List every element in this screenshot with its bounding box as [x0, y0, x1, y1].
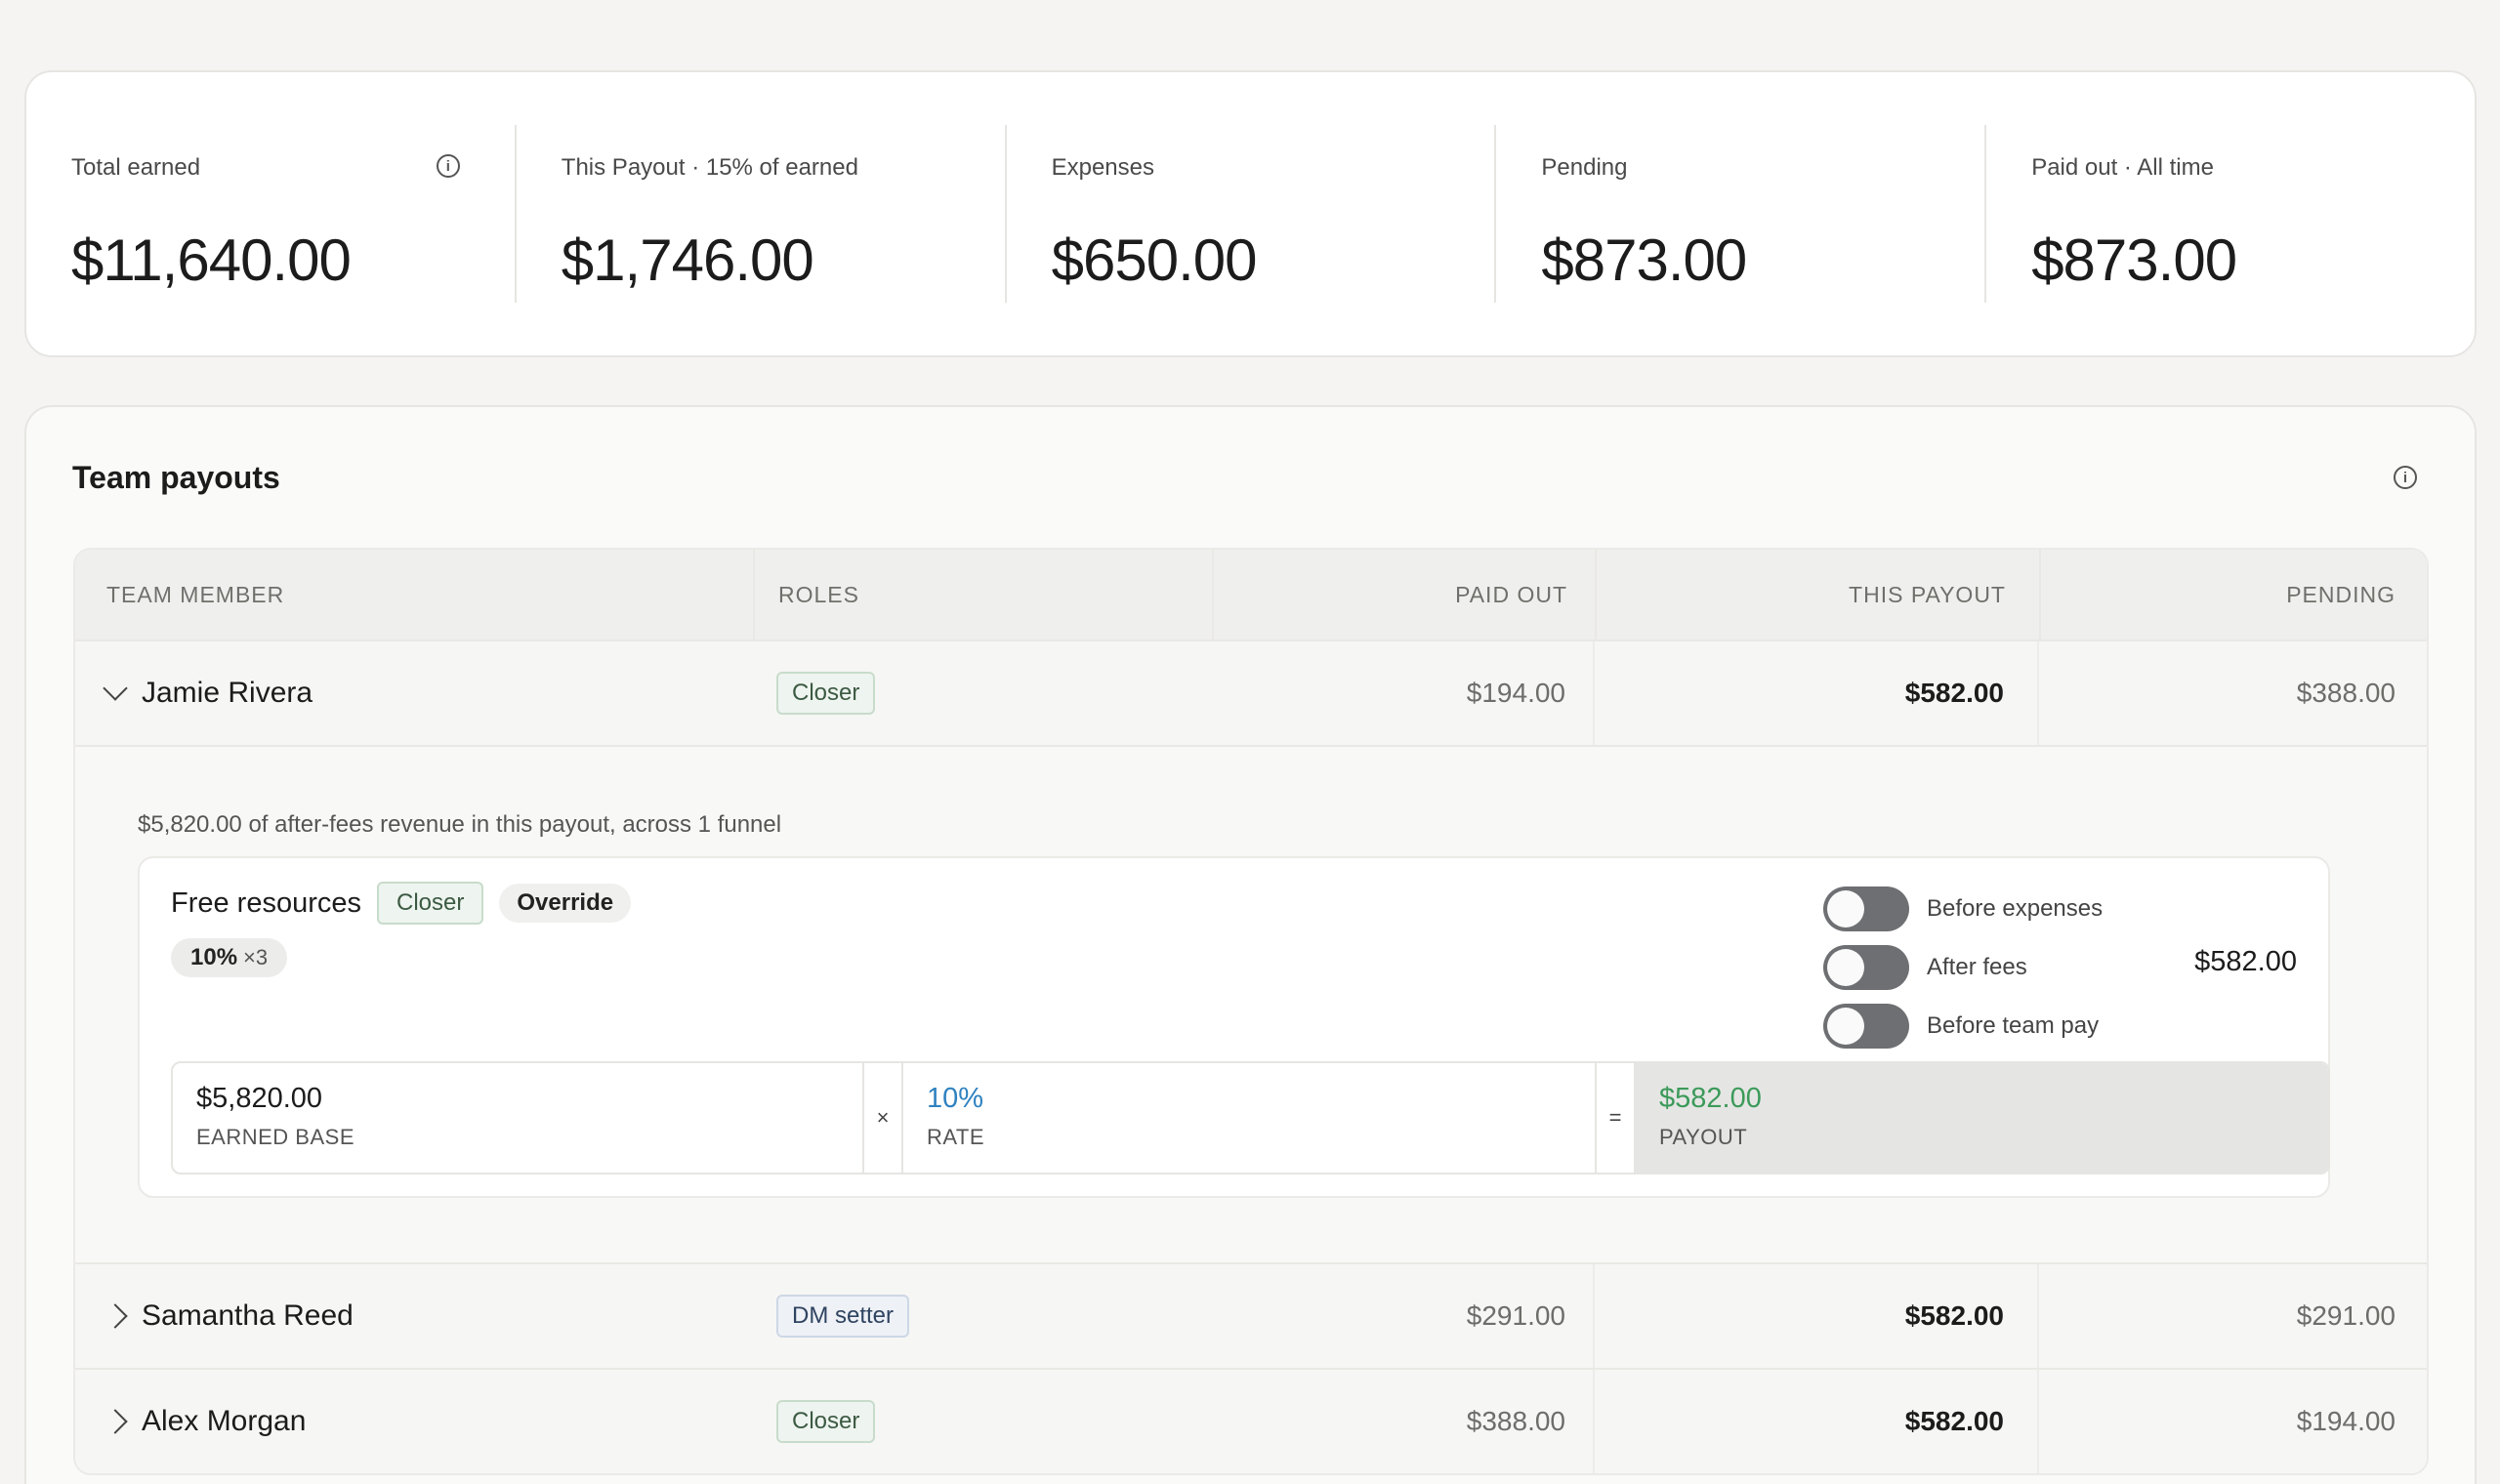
pending-value: $291.00 [2296, 1300, 2396, 1331]
this-payout-value: $582.00 [1904, 1300, 2004, 1331]
stat-value: $11,640.00 [71, 227, 352, 293]
pending-value: $194.00 [2296, 1406, 2396, 1436]
pending-value: $388.00 [2296, 678, 2396, 708]
paid-out-value: $291.00 [1466, 1300, 1565, 1331]
stat-label: Expenses [1051, 154, 1154, 181]
rule-name: Free resources [171, 886, 362, 919]
payout-label: PAYOUT [1659, 1125, 1748, 1149]
stat-paid-out: Paid out · All time $873.00 [1986, 125, 2475, 303]
header-paid-out[interactable]: PAID OUT [1212, 550, 1595, 639]
chevron-right-icon[interactable] [103, 1409, 128, 1434]
stat-pending: Pending $873.00 [1496, 125, 1987, 303]
before-expenses-toggle[interactable] [1823, 886, 1909, 931]
team-payouts-card: Team payouts i TEAM MEMBER ROLES PAID OU… [24, 405, 2477, 1484]
role-badge: Closer [776, 672, 876, 715]
payout-calculation: $5,820.00 EARNED BASE × 10% RATE = $582.… [171, 1061, 2330, 1175]
toggle-label: Before expenses [1927, 895, 2104, 922]
header-team-member[interactable]: TEAM MEMBER [75, 550, 753, 639]
member-name: Jamie Rivera [142, 677, 313, 709]
after-fees-toggle[interactable] [1823, 945, 1909, 990]
stat-value: $1,746.00 [561, 227, 814, 293]
stats-card: Total earned i $11,640.00 This Payout · … [24, 70, 2477, 357]
equals-operator: = [1595, 1063, 1636, 1173]
payout-rule-card: Free resources Closer Override 10% ×3 Bef… [138, 856, 2330, 1198]
role-badge: DM setter [776, 1295, 910, 1338]
payouts-table: TEAM MEMBER ROLES PAID OUT THIS PAYOUT P… [73, 548, 2429, 1475]
stat-expenses: Expenses $650.00 [1007, 125, 1497, 303]
toggle-label: Before team pay [1927, 1012, 2100, 1039]
stat-value: $873.00 [2031, 227, 2237, 293]
header-pending[interactable]: PENDING [2039, 550, 2427, 639]
revenue-note: $5,820.00 of after-fees revenue in this … [138, 811, 782, 838]
member-name: Alex Morgan [142, 1405, 307, 1437]
this-payout-value: $582.00 [1904, 1406, 2004, 1436]
stat-label: Paid out · All time [2031, 154, 2214, 181]
before-team-pay-toggle[interactable] [1823, 1004, 1909, 1049]
role-chip: Closer [377, 882, 484, 925]
stat-this-payout: This Payout · 15% of earned $1,746.00 [517, 125, 1007, 303]
rule-toggles: Before expenses After fees Before team p… [1823, 880, 2103, 1055]
info-icon[interactable]: i [2394, 466, 2417, 489]
this-payout-value: $582.00 [1904, 678, 2004, 708]
earned-base-label: EARNED BASE [196, 1125, 354, 1149]
stat-total-earned: Total earned i $11,640.00 [26, 125, 517, 303]
toggle-label: After fees [1927, 954, 2027, 980]
table-header: TEAM MEMBER ROLES PAID OUT THIS PAYOUT P… [75, 550, 2427, 639]
earned-base-cell: $5,820.00 EARNED BASE [173, 1063, 862, 1173]
rate-chip: 10% ×3 [171, 938, 288, 977]
stat-value: $873.00 [1541, 227, 1747, 293]
chevron-down-icon[interactable] [103, 676, 128, 701]
row-details: $5,820.00 of after-fees revenue in this … [75, 745, 2427, 1262]
rate-value: 10% [927, 1083, 984, 1114]
payout-value: $582.00 [1659, 1083, 1762, 1114]
info-icon[interactable]: i [436, 154, 460, 178]
header-this-payout[interactable]: THIS PAYOUT [1595, 550, 2039, 639]
chevron-right-icon[interactable] [103, 1303, 128, 1329]
table-row[interactable]: Samantha Reed DM setter $291.00 $582.00 … [75, 1262, 2427, 1368]
table-row[interactable]: Jamie Rivera Closer $194.00 $582.00 $388… [75, 639, 2427, 745]
stat-label: This Payout · 15% of earned [561, 154, 858, 181]
times-operator: × [862, 1063, 903, 1173]
table-row[interactable]: Alex Morgan Closer $388.00 $582.00 $194.… [75, 1368, 2427, 1473]
rate-label: RATE [927, 1125, 985, 1149]
rule-total: $582.00 [2194, 946, 2297, 977]
earned-base-value: $5,820.00 [196, 1083, 323, 1114]
stat-label: Pending [1541, 154, 1628, 181]
header-roles[interactable]: ROLES [753, 550, 1212, 639]
override-chip: Override [499, 884, 632, 923]
paid-out-value: $388.00 [1466, 1406, 1565, 1436]
section-title: Team payouts [72, 460, 280, 495]
stat-label: Total earned [71, 154, 201, 181]
stat-value: $650.00 [1051, 227, 1258, 293]
paid-out-value: $194.00 [1466, 678, 1565, 708]
rate-cell[interactable]: 10% RATE [903, 1063, 1595, 1173]
payout-cell: $582.00 PAYOUT [1636, 1063, 2328, 1173]
member-name: Samantha Reed [142, 1299, 354, 1332]
role-badge: Closer [776, 1400, 876, 1443]
